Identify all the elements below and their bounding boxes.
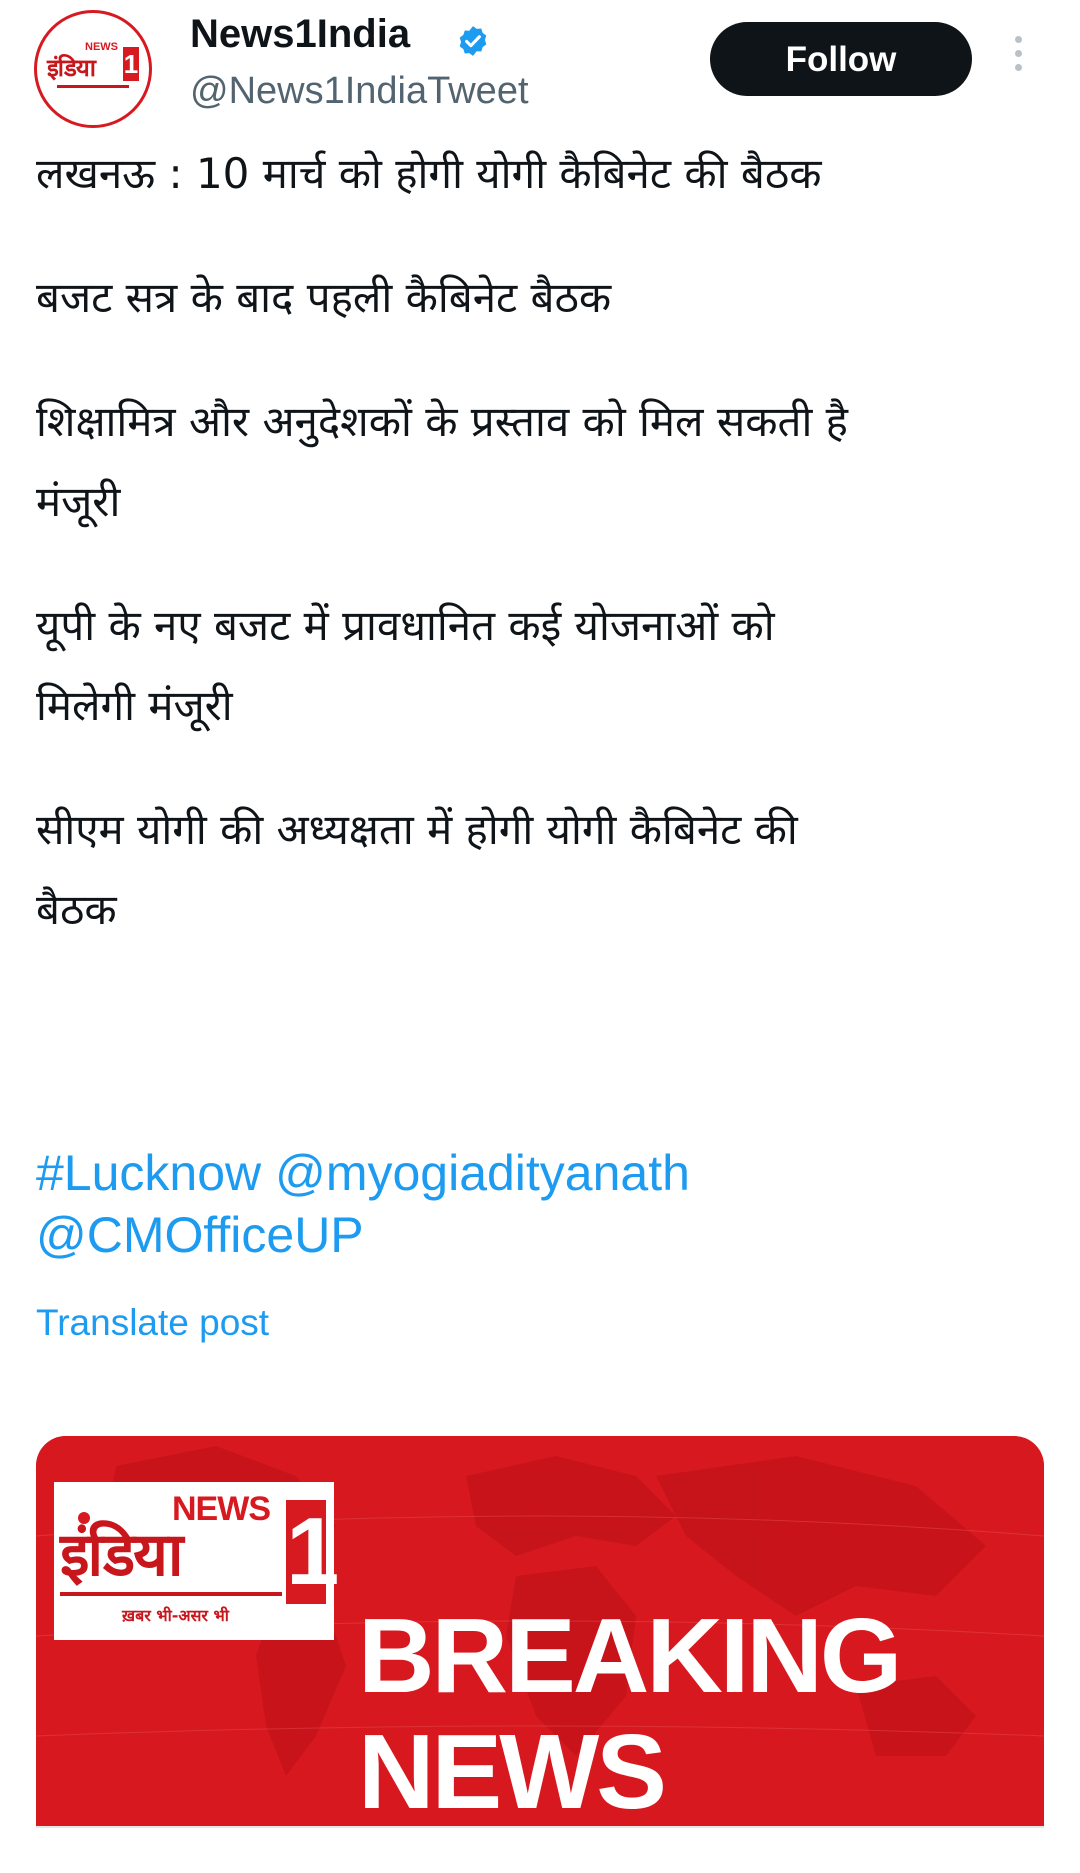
bottom-strip [0,1826,1080,1873]
more-options-icon[interactable] [1010,36,1026,80]
logo-rule [60,1592,282,1596]
avatar-hindi-text: इंडिया [47,54,96,82]
breaking-headline: BREAKING [358,1597,902,1715]
tweet-media-image[interactable]: NEWS इंडिया 1 ख़बर भी-असर भी BREAKING NE… [36,1436,1044,1826]
avatar-rule [57,85,129,88]
logo-tagline: ख़बर भी-असर भी [122,1606,229,1625]
logo-one-text: 1 [286,1498,340,1605]
follow-button[interactable]: Follow [710,22,972,96]
author-handle[interactable]: @News1IndiaTweet [190,70,529,113]
logo-hindi-text: इंडिया [60,1520,183,1590]
tweet-line-2: बजट सत्र के बाद पहली कैबिनेट बैठक [36,273,612,322]
tweet-line-6: मिलेगी मंजूरी [36,681,233,730]
mention-cmofficeup[interactable]: @CMOfficeUP [36,1204,364,1266]
avatar-one-text: 1 [123,47,139,81]
tweet-line-4: मंजूरी [36,477,121,526]
tweet-line-8: बैठक [36,885,117,934]
news-headline: NEWS [358,1713,667,1826]
tweet-line-5: यूपी के नए बजट में प्रावधानित कई योजनाओं… [36,601,775,650]
author-name[interactable]: News1India [190,12,410,57]
translate-post-link[interactable]: Translate post [36,1302,269,1344]
verified-badge-icon [459,26,487,56]
tweet-line-3: शिक्षामित्र और अनुदेशकों के प्रस्ताव को … [36,397,848,446]
tweet-line-1: लखनऊ : 10 मार्च को होगी योगी कैबिनेट की … [36,149,822,198]
tweet-links: #Lucknow @myogiadityanath @CMOfficeUP [36,1142,1046,1266]
mention-myogiadityanath[interactable]: @myogiadityanath [275,1142,690,1204]
tweet-header: NEWS इंडिया 1 News1India @News1IndiaTwee… [0,0,1080,140]
hashtag-lucknow[interactable]: #Lucknow [36,1142,261,1204]
logo-news-text: NEWS [172,1490,271,1528]
avatar[interactable]: NEWS इंडिया 1 [34,10,152,128]
news1india-logo: NEWS इंडिया 1 ख़बर भी-असर भी [54,1482,340,1640]
tweet-line-7: सीएम योगी की अध्यक्षता में होगी योगी कैब… [36,805,798,854]
bottom-divider [36,1826,1044,1828]
